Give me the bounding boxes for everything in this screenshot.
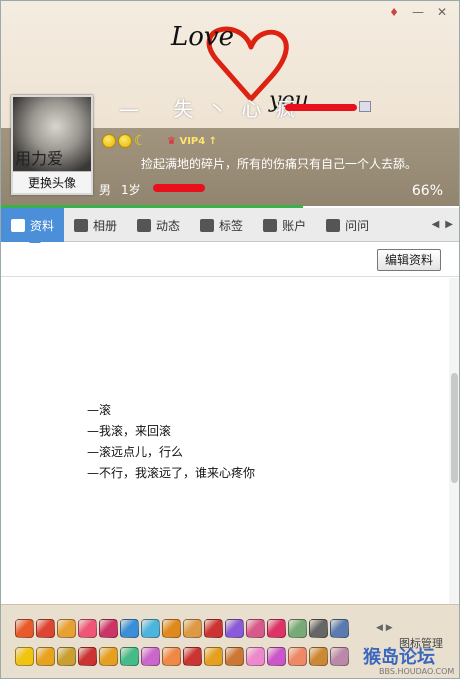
service-icon[interactable] xyxy=(267,647,286,666)
service-icon[interactable] xyxy=(78,647,97,666)
service-icon[interactable] xyxy=(204,619,223,638)
scrollbar-thumb[interactable] xyxy=(451,373,458,483)
status-icons: ☾ xyxy=(102,134,148,148)
chevron-right-icon[interactable]: ▶ xyxy=(445,219,453,230)
service-icon[interactable] xyxy=(204,647,223,666)
close-icon[interactable]: ✕ xyxy=(431,3,453,21)
smile-face-icon-2 xyxy=(118,134,132,148)
service-icon[interactable] xyxy=(141,647,160,666)
edit-bar: 编辑资料 xyxy=(1,243,459,277)
service-icon[interactable] xyxy=(78,619,97,638)
service-icon[interactable] xyxy=(309,619,328,638)
tab-account[interactable]: 账户 xyxy=(253,208,316,242)
album-icon xyxy=(74,218,89,232)
tab-profile[interactable]: 资料 xyxy=(1,208,65,248)
service-icon[interactable] xyxy=(120,619,139,638)
scrollbar[interactable] xyxy=(449,278,459,604)
tab-question[interactable]: 问问 xyxy=(316,208,379,242)
service-icon[interactable] xyxy=(330,647,349,666)
tab-bar: 资料 相册 动态 标签 账户 问问 ◀ ▶ xyxy=(1,208,459,248)
service-icon[interactable] xyxy=(246,619,265,638)
moon-icon: ☾ xyxy=(134,133,147,149)
service-icon[interactable] xyxy=(267,619,286,638)
signature[interactable]: 捡起满地的碎片，所有的伤痛只有自己一个人去舔。 xyxy=(141,155,417,172)
profile-completion: 66% xyxy=(411,183,443,199)
service-icon[interactable] xyxy=(162,619,181,638)
tag-icon xyxy=(200,218,215,232)
profile-content: —滚 —我滚，来回滚 —滚远点儿，行么 —不行，我滚远了，谁来心疼你 xyxy=(1,278,449,604)
text-line: —滚 xyxy=(87,403,112,417)
chevron-left-icon[interactable]: ◀ xyxy=(432,219,440,230)
tab-label: 账户 xyxy=(282,218,307,233)
tab-scroll: ◀ ▶ xyxy=(432,208,459,241)
wallet-icon xyxy=(263,218,278,232)
crown-icon: ♛ xyxy=(167,136,176,147)
service-icon[interactable] xyxy=(36,647,55,666)
profile-icon xyxy=(11,218,25,232)
tab-label: 资料 xyxy=(30,218,55,233)
tab-label: 标签 xyxy=(219,218,244,233)
vip-badge[interactable]: ♛ VIP4 ↑ xyxy=(167,136,217,147)
text-line: —我滚，来回滚 xyxy=(87,424,172,438)
tab-tags[interactable]: 标签 xyxy=(190,208,253,242)
service-icon[interactable] xyxy=(57,647,76,666)
service-icon[interactable] xyxy=(183,619,202,638)
qq-number-redacted xyxy=(285,104,357,111)
icon-bar: ◀ ▶ 图标管理 猴岛论坛 BBS.HOUDAO.COM xyxy=(1,604,459,678)
tab-label: 问问 xyxy=(345,218,370,233)
service-icon[interactable] xyxy=(246,647,265,666)
age: 1岁 xyxy=(121,183,141,197)
tab-label: 动态 xyxy=(156,218,181,233)
icon-page-arrows[interactable]: ◀ ▶ xyxy=(376,623,393,633)
minimize-icon[interactable]: — xyxy=(407,3,429,21)
feed-icon xyxy=(137,218,152,232)
gender: 男 xyxy=(99,183,112,197)
love-text: Love xyxy=(170,22,234,52)
service-icon[interactable] xyxy=(15,619,34,638)
service-icon[interactable] xyxy=(162,647,181,666)
service-icon[interactable] xyxy=(141,619,160,638)
service-icon[interactable] xyxy=(330,619,349,638)
tab-feed[interactable]: 动态 xyxy=(127,208,190,242)
edit-name-icon[interactable] xyxy=(359,101,371,112)
change-avatar-button[interactable]: 更换头像 xyxy=(13,171,91,193)
avatar[interactable]: 用力爱 更换头像 xyxy=(11,95,93,195)
watermark: 猴岛论坛 xyxy=(363,647,435,668)
icon-row-1 xyxy=(15,619,349,638)
edit-profile-button[interactable]: 编辑资料 xyxy=(376,249,441,271)
tab-label: 相册 xyxy=(93,218,118,233)
service-icon[interactable] xyxy=(120,647,139,666)
service-icon[interactable] xyxy=(183,647,202,666)
service-icon[interactable] xyxy=(225,619,244,638)
profile-window: Love you ♦ — ✕ 用力爱 更换头像 — 失丶心疯 ☾ ♛ VIP4 … xyxy=(0,0,460,679)
service-icon[interactable] xyxy=(57,619,76,638)
watermark-url: BBS.HOUDAO.COM xyxy=(379,667,455,676)
text-line: —不行，我滚远了，谁来心疼你 xyxy=(87,466,256,480)
smile-face-icon xyxy=(102,134,116,148)
service-icon[interactable] xyxy=(309,647,328,666)
service-icon[interactable] xyxy=(36,619,55,638)
service-icon[interactable] xyxy=(225,647,244,666)
profile-header: Love you ♦ — ✕ 用力爱 更换头像 — 失丶心疯 ☾ ♛ VIP4 … xyxy=(1,1,459,206)
service-icon[interactable] xyxy=(99,619,118,638)
vip-label: VIP4 xyxy=(179,136,206,147)
service-icon[interactable] xyxy=(15,647,34,666)
location-redacted xyxy=(153,184,205,192)
text-line: —滚远点儿，行么 xyxy=(87,445,184,459)
service-icon[interactable] xyxy=(288,647,307,666)
question-icon xyxy=(326,218,341,232)
avatar-text: 用力爱 xyxy=(15,149,64,168)
window-controls: ♦ — ✕ xyxy=(383,3,453,21)
profile-text: —滚 —我滚，来回滚 —滚远点儿，行么 —不行，我滚远了，谁来心疼你 xyxy=(87,400,255,484)
service-icon[interactable] xyxy=(99,647,118,666)
icon-row-2 xyxy=(15,647,349,666)
skin-icon[interactable]: ♦ xyxy=(383,3,405,21)
service-icon[interactable] xyxy=(288,619,307,638)
nickname: — 失丶心疯 xyxy=(119,97,310,121)
tab-album[interactable]: 相册 xyxy=(64,208,127,242)
